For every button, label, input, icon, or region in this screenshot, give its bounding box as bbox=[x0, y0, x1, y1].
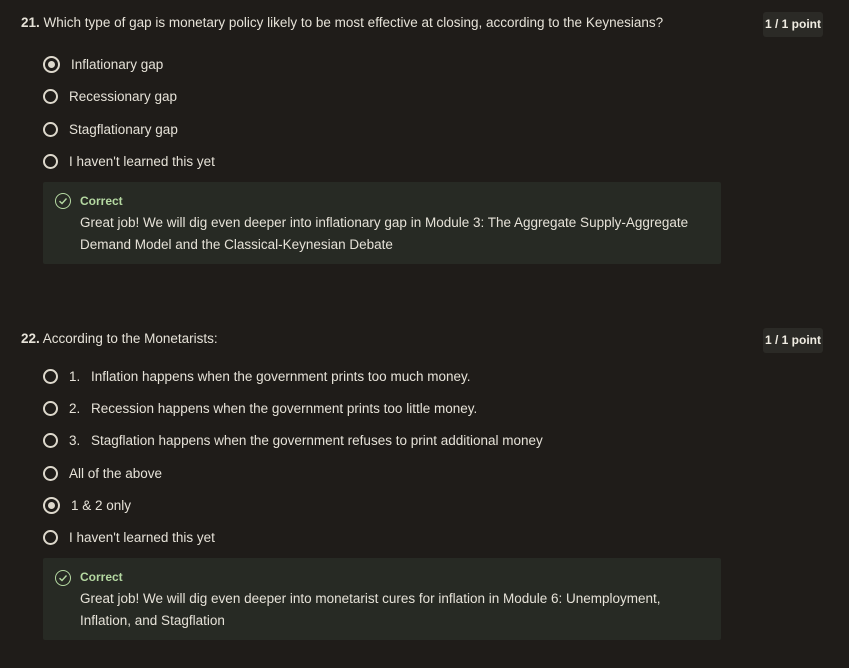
option-label: I haven't learned this yet bbox=[69, 153, 215, 169]
question-number: 22. bbox=[21, 331, 40, 346]
question-text: According to the Monetarists: bbox=[42, 331, 218, 346]
question-prompt: 22. According to the Monetarists: bbox=[21, 330, 741, 348]
option-label: 3. Stagflation happens when the governmen… bbox=[69, 433, 543, 448]
option-text: Inflation happens when the government pr… bbox=[91, 368, 471, 384]
check-circle-icon bbox=[55, 193, 71, 209]
option-text: Recession happens when the government pr… bbox=[91, 400, 478, 416]
option-number: 3. bbox=[69, 432, 81, 448]
option-text: Stagflation happens when the government … bbox=[91, 432, 543, 448]
option-1-inflation[interactable]: 1. Inflation happens when the government … bbox=[43, 365, 470, 387]
points-badge: 1 / 1 point bbox=[763, 12, 823, 37]
radio-unselected-icon[interactable] bbox=[43, 400, 58, 416]
feedback-text: Great job! We will dig even deeper into … bbox=[80, 215, 689, 252]
option-number: 1. bbox=[69, 368, 81, 384]
option-1-and-2-only[interactable]: 1 & 2 only bbox=[43, 494, 131, 516]
option-not-learned[interactable]: I haven't learned this yet bbox=[43, 526, 215, 548]
option-not-learned[interactable]: I haven't learned this yet bbox=[43, 150, 215, 172]
question-prompt: 21. Which type of gap is monetary policy… bbox=[21, 14, 741, 32]
option-label: Recessionary gap bbox=[69, 88, 178, 104]
question-number: 21. bbox=[21, 15, 40, 30]
radio-unselected-icon[interactable] bbox=[43, 432, 58, 448]
option-label: I haven't learned this yet bbox=[69, 529, 215, 545]
option-inflationary-gap[interactable]: Inflationary gap bbox=[43, 53, 163, 75]
option-label: 1 & 2 only bbox=[71, 497, 132, 513]
check-circle-icon bbox=[55, 570, 71, 586]
option-3-stagflation[interactable]: 3. Stagflation happens when the governmen… bbox=[43, 429, 543, 451]
radio-unselected-icon[interactable] bbox=[43, 529, 58, 545]
option-label: 2. Recession happens when the government … bbox=[69, 401, 477, 416]
feedback-text: Great job! We will dig even deeper into … bbox=[80, 591, 661, 628]
quiz-results-page: 21. Which type of gap is monetary policy… bbox=[0, 0, 849, 668]
option-number: 2. bbox=[69, 400, 81, 416]
option-label: 1. Inflation happens when the government … bbox=[69, 369, 470, 384]
feedback-box: Correct Great job! We will dig even deep… bbox=[43, 558, 721, 640]
radio-selected-icon[interactable] bbox=[43, 496, 60, 514]
feedback-title: Correct bbox=[80, 194, 123, 208]
option-label: Stagflationary gap bbox=[69, 121, 178, 137]
radio-unselected-icon[interactable] bbox=[43, 121, 58, 137]
radio-unselected-icon[interactable] bbox=[43, 88, 58, 104]
radio-unselected-icon[interactable] bbox=[43, 368, 58, 384]
option-all-of-the-above[interactable]: All of the above bbox=[43, 462, 162, 484]
option-recessionary-gap[interactable]: Recessionary gap bbox=[43, 85, 177, 107]
option-stagflationary-gap[interactable]: Stagflationary gap bbox=[43, 118, 178, 140]
option-2-recession[interactable]: 2. Recession happens when the government … bbox=[43, 397, 477, 419]
radio-selected-icon[interactable] bbox=[43, 55, 60, 73]
feedback-title: Correct bbox=[80, 570, 123, 584]
radio-unselected-icon[interactable] bbox=[43, 153, 58, 169]
feedback-box: Correct Great job! We will dig even deep… bbox=[43, 182, 721, 264]
question-text: Which type of gap is monetary policy lik… bbox=[43, 15, 664, 30]
option-label: Inflationary gap bbox=[71, 56, 164, 72]
points-badge: 1 / 1 point bbox=[763, 328, 823, 353]
radio-unselected-icon[interactable] bbox=[43, 465, 58, 481]
option-label: All of the above bbox=[69, 465, 163, 481]
